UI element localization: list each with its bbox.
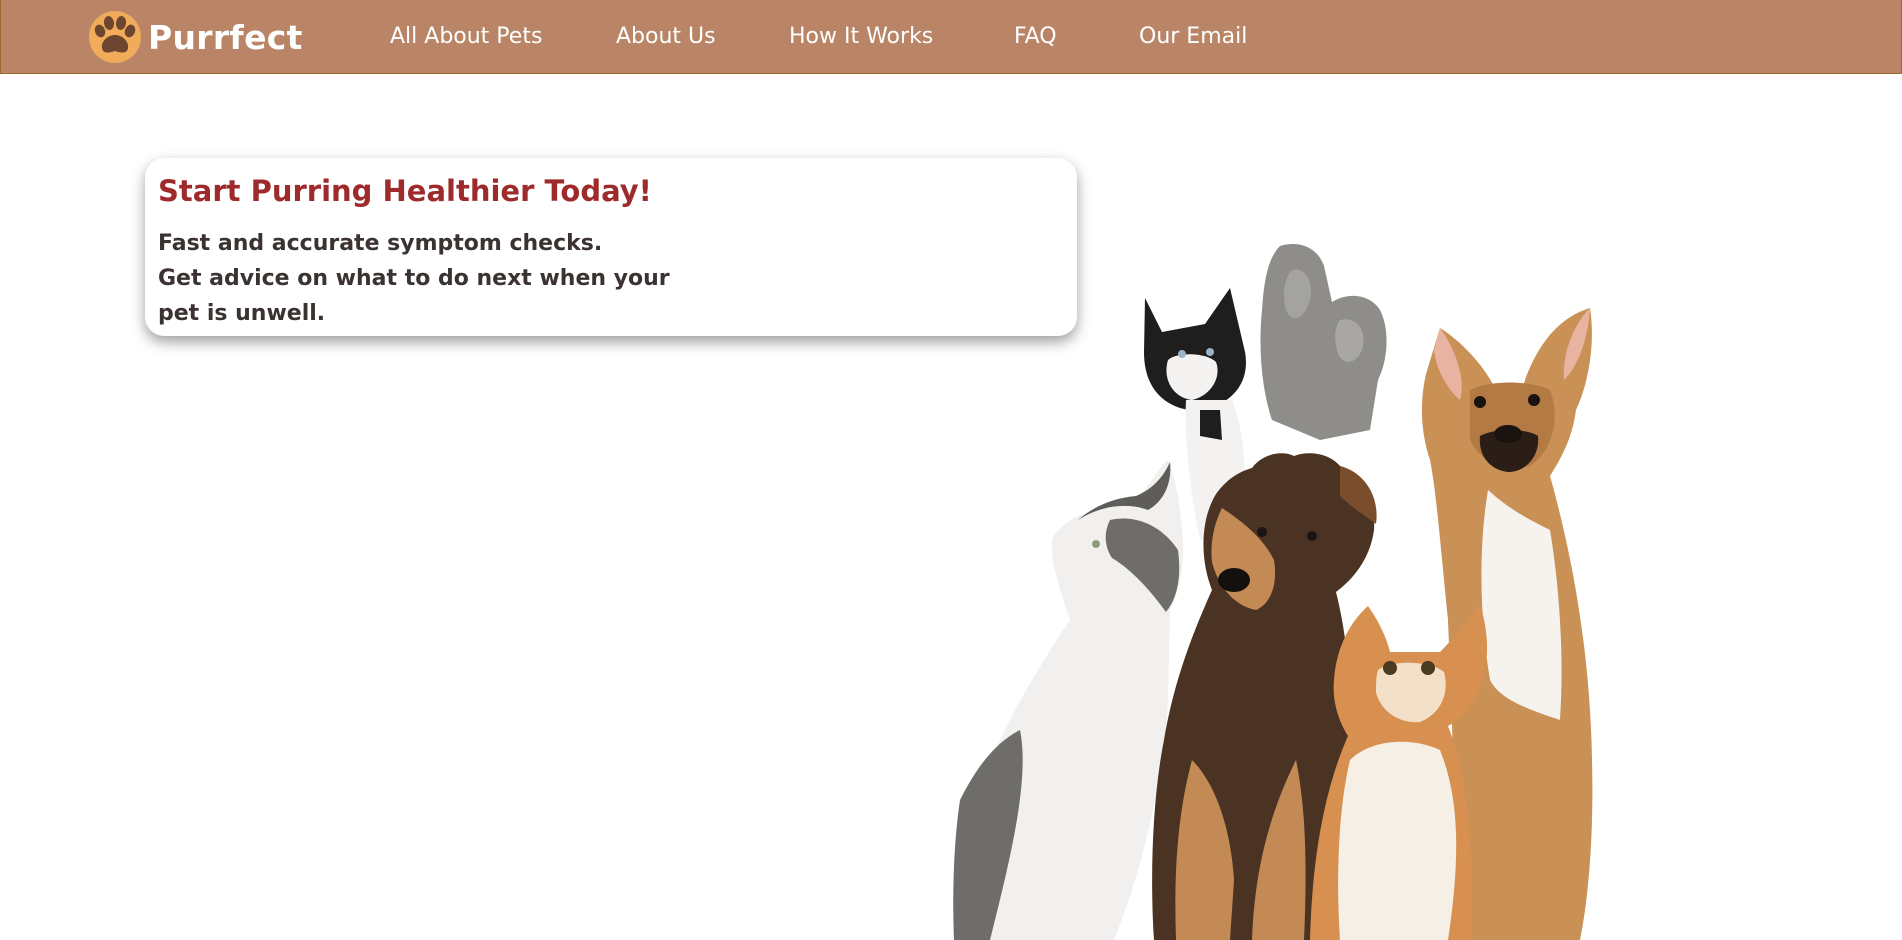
nav-link-faq[interactable]: FAQ [1014,23,1057,51]
hero-description-line: Fast and accurate symptom checks. [158,231,603,256]
nav-link-how-it-works[interactable]: How It Works [789,23,933,51]
nav-link-our-email[interactable]: Our Email [1139,23,1247,51]
brand-logo-link[interactable]: Purrfect [85,11,303,63]
paw-print-icon [89,11,141,63]
grey-cat-figure [1260,244,1387,440]
hero-description: Fast and accurate symptom checks. Get ad… [158,226,698,331]
hero-description-line: Get advice on what to do next when your [158,266,670,291]
hero-description-line: pet is unwell. [158,301,326,326]
cats-and-dogs-hero-image [953,244,1593,940]
nav-link-about-us[interactable]: About Us [616,23,716,51]
brand-name: Purrfect [148,17,303,57]
top-navigation-bar: Purrfect All About Pets About Us How It … [0,0,1902,74]
hero-title: Start Purring Healthier Today! [158,174,652,208]
nav-link-all-about-pets[interactable]: All About Pets [390,23,542,51]
white-grey-cat-figure [953,460,1184,940]
